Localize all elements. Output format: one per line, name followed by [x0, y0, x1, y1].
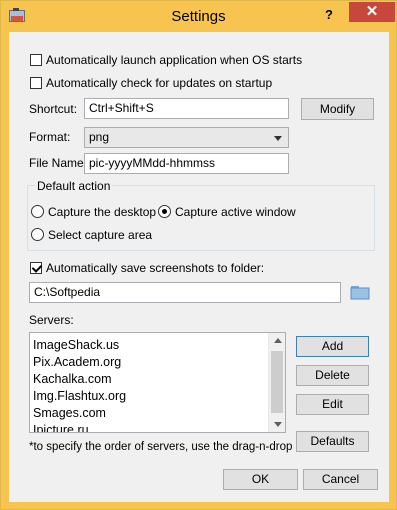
cancel-button[interactable]: Cancel: [303, 469, 378, 490]
servers-scrollbar[interactable]: [268, 333, 285, 432]
format-label: Format:: [29, 130, 71, 144]
select-area-label[interactable]: Select capture area: [48, 228, 152, 242]
shortcut-field[interactable]: Ctrl+Shift+S: [84, 98, 289, 119]
chevron-down-icon: [274, 136, 282, 141]
close-button[interactable]: ✕: [349, 2, 395, 22]
default-action-title: Default action: [35, 179, 113, 193]
dialog-body: Automatically launch application when OS…: [9, 32, 389, 502]
list-item[interactable]: Kachalka.com: [33, 372, 112, 386]
ok-button[interactable]: OK: [223, 469, 298, 490]
autosave-label[interactable]: Automatically save screenshots to folder…: [46, 261, 264, 275]
servers-label: Servers:: [29, 313, 74, 327]
capture-active-window-label[interactable]: Capture active window: [175, 205, 296, 219]
servers-hint: *to specify the order of servers, use th…: [29, 441, 293, 453]
capture-desktop-radio[interactable]: [31, 205, 44, 218]
select-area-radio[interactable]: [31, 228, 44, 241]
filename-field[interactable]: pic-yyyyMMdd-hhmmss: [84, 153, 289, 174]
delete-server-button[interactable]: Delete: [296, 365, 369, 386]
scroll-up-icon[interactable]: [274, 338, 282, 343]
autolaunch-label[interactable]: Automatically launch application when OS…: [46, 53, 302, 67]
autoupdate-label[interactable]: Automatically check for updates on start…: [46, 76, 272, 90]
add-server-button[interactable]: Add: [296, 336, 369, 357]
list-item[interactable]: Pix.Academ.org: [33, 355, 121, 369]
scroll-thumb[interactable]: [271, 351, 283, 413]
defaults-button[interactable]: Defaults: [296, 431, 369, 452]
help-button[interactable]: ?: [318, 5, 340, 25]
list-item[interactable]: Img.Flashtux.org: [33, 389, 126, 403]
scroll-down-icon[interactable]: [274, 422, 282, 427]
capture-desktop-label[interactable]: Capture the desktop: [48, 205, 156, 219]
modify-button[interactable]: Modify: [301, 98, 374, 120]
servers-list[interactable]: ImageShack.us Pix.Academ.org Kachalka.co…: [29, 332, 286, 433]
title-bar[interactable]: Settings ? ✕: [1, 1, 396, 31]
format-dropdown[interactable]: png: [84, 127, 289, 148]
autolaunch-checkbox[interactable]: [30, 54, 42, 66]
list-item[interactable]: ImageShack.us: [33, 338, 119, 352]
folder-path-field[interactable]: C:\Softpedia: [29, 282, 341, 303]
capture-active-window-radio[interactable]: [158, 205, 171, 218]
list-item[interactable]: Smages.com: [33, 406, 106, 420]
filename-label: File Name:: [29, 156, 88, 170]
autoupdate-checkbox[interactable]: [30, 77, 42, 89]
shortcut-label: Shortcut:: [29, 102, 78, 116]
format-selected-value: png: [89, 130, 110, 144]
edit-server-button[interactable]: Edit: [296, 394, 369, 415]
folder-icon[interactable]: [348, 282, 372, 302]
autosave-checkbox[interactable]: [30, 262, 42, 274]
list-item[interactable]: Ipicture.ru: [33, 423, 89, 432]
settings-window: Settings ? ✕ Automatically launch applic…: [0, 0, 397, 510]
